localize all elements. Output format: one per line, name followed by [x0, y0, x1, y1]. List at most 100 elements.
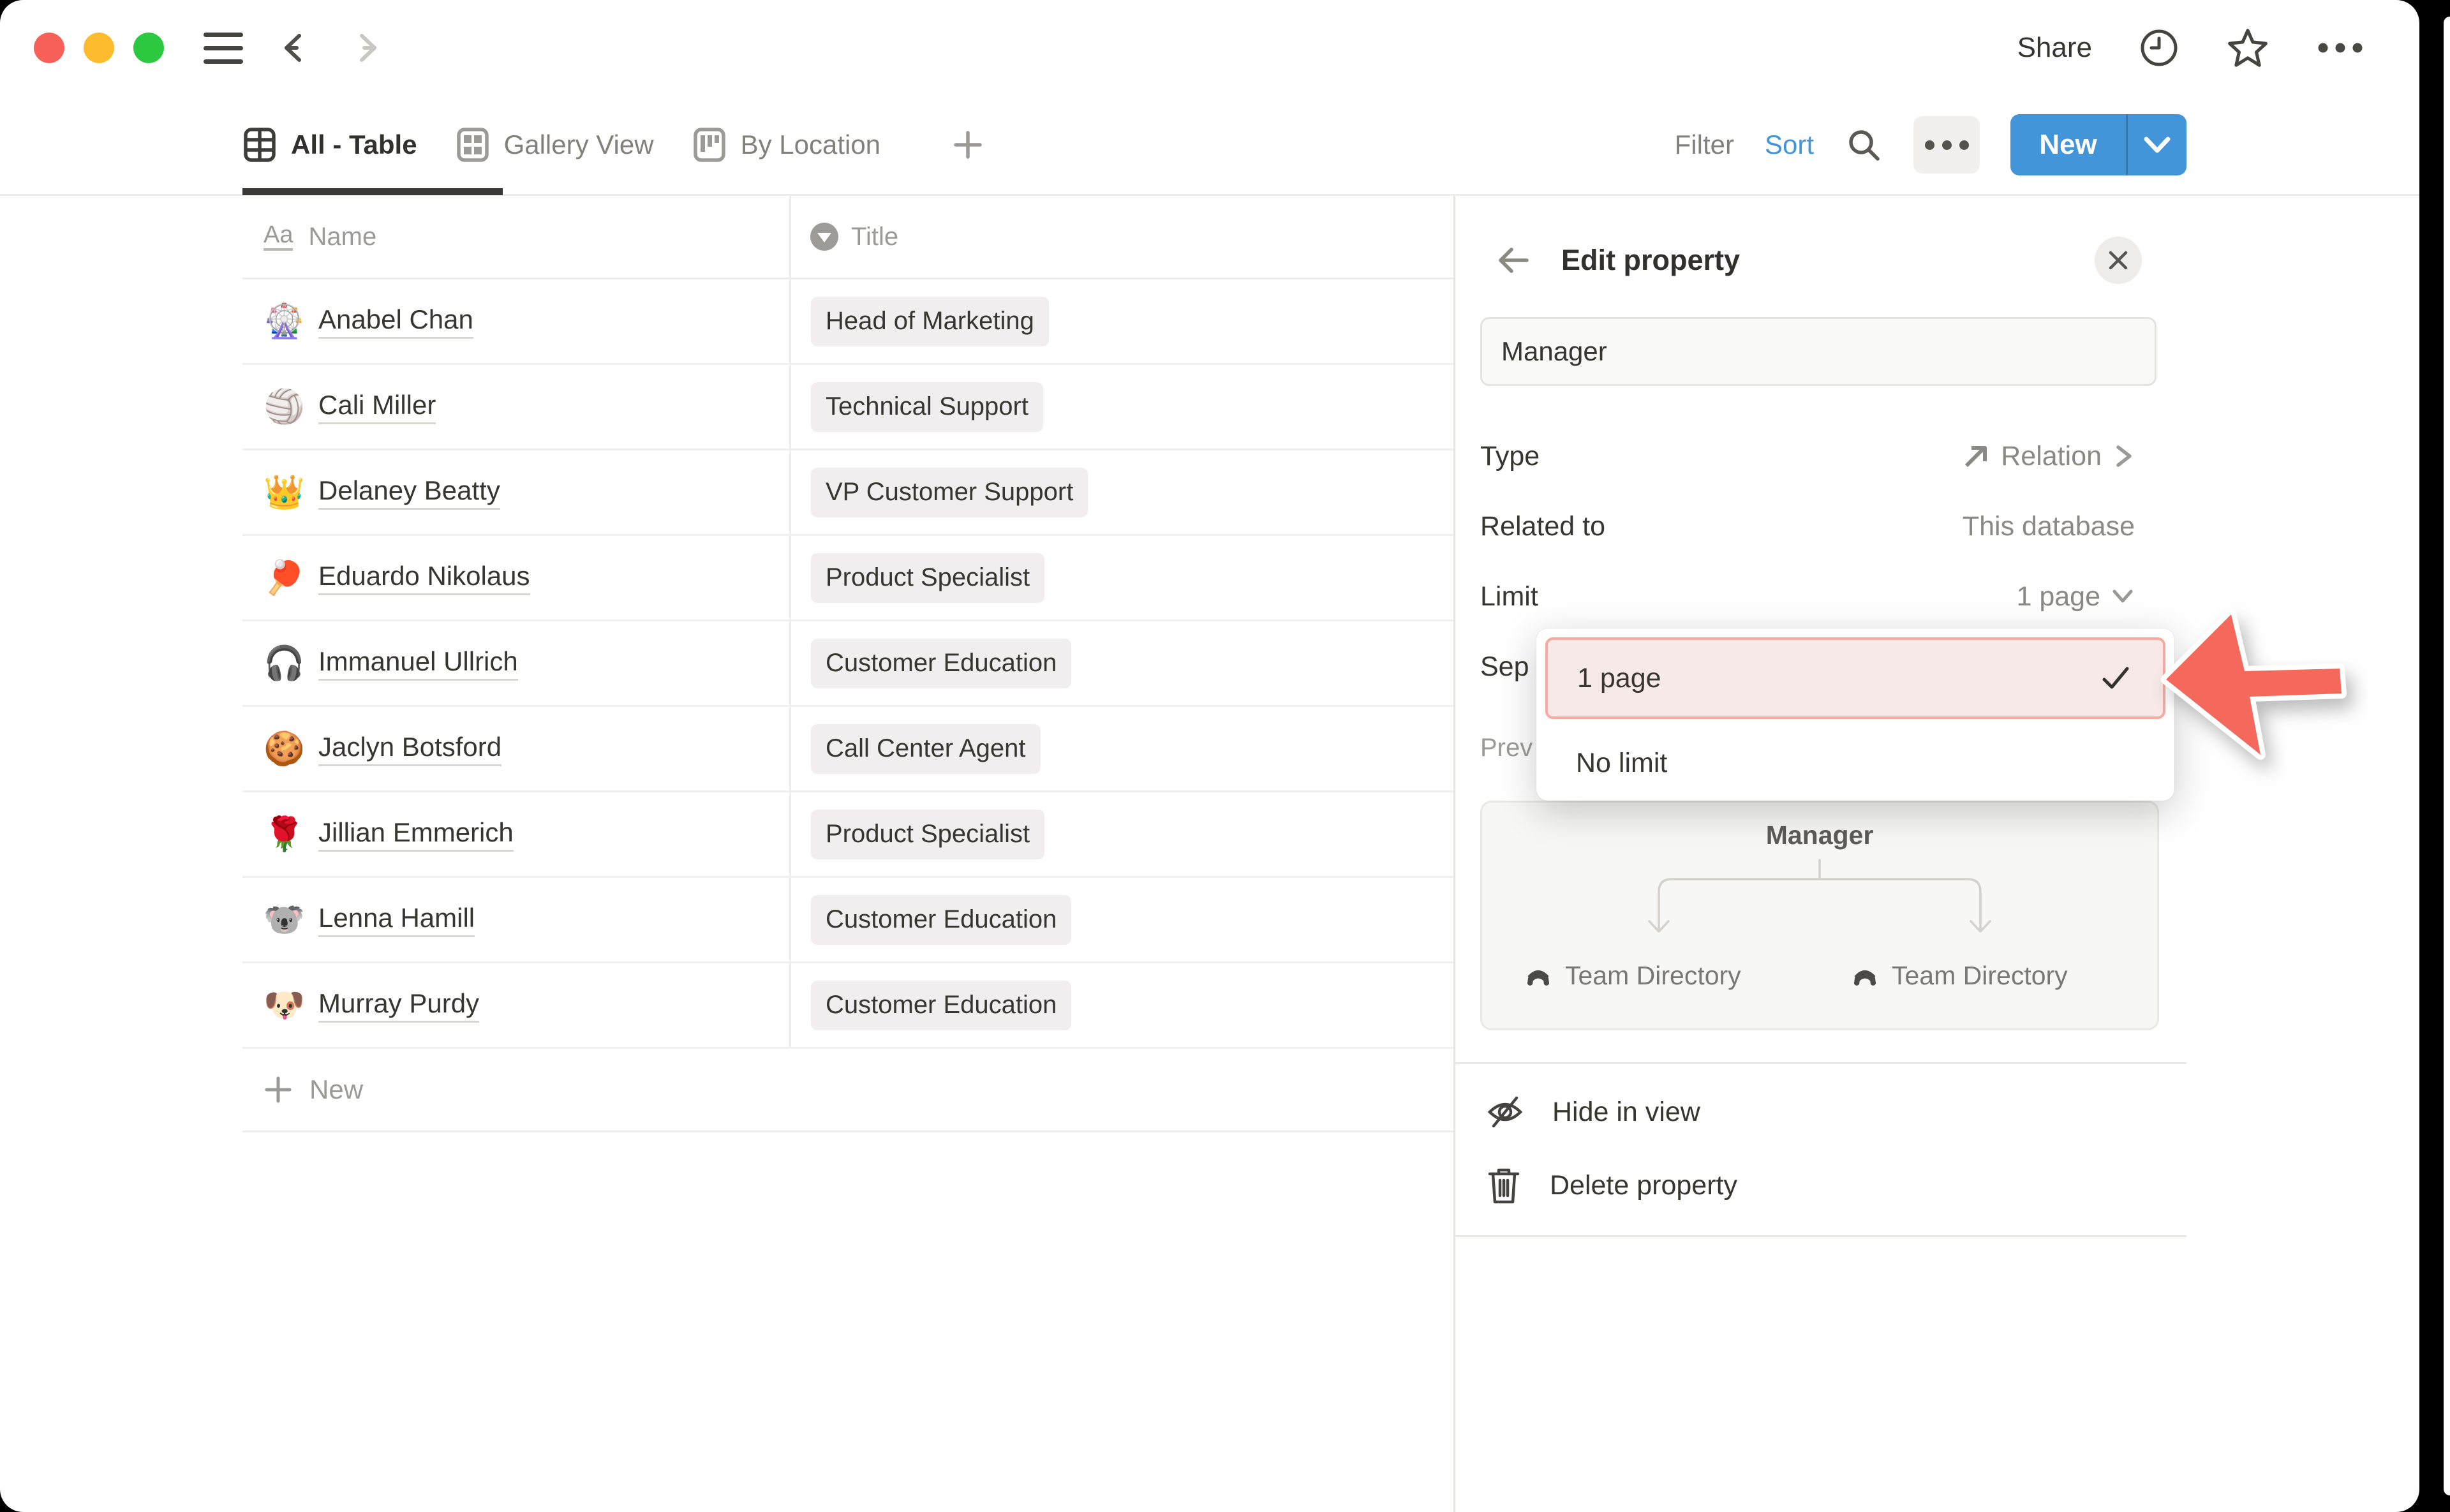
- name-cell[interactable]: 🎧 Immanuel Ullrich: [242, 621, 789, 705]
- page-emoji: 🎧: [264, 644, 303, 683]
- page-title-link[interactable]: Immanuel Ullrich: [318, 646, 518, 681]
- page-title-link[interactable]: Jaclyn Botsford: [318, 732, 501, 766]
- property-name-value: Manager: [1501, 336, 1607, 367]
- name-cell[interactable]: 🏓Eduardo Nikolaus: [242, 536, 789, 619]
- add-view-button[interactable]: [952, 129, 984, 161]
- filter-button[interactable]: Filter: [1675, 130, 1734, 160]
- tab-by-location[interactable]: By Location: [692, 127, 880, 163]
- share-button[interactable]: Share: [2017, 32, 2092, 64]
- tab-gallery-view[interactable]: Gallery View: [456, 127, 654, 163]
- database-actions: Filter Sort New: [1675, 114, 2186, 175]
- nav-forward-button[interactable]: [346, 28, 386, 68]
- close-window-button[interactable]: [34, 33, 64, 63]
- ellipsis-icon: [1925, 140, 1934, 150]
- favorite-button[interactable]: [2226, 26, 2269, 70]
- panel-back-button[interactable]: [1495, 242, 1532, 279]
- minimize-window-button[interactable]: [84, 33, 114, 63]
- tab-label: Gallery View: [504, 130, 654, 160]
- column-label: Name: [308, 223, 376, 251]
- name-cell[interactable]: 🍪Jaclyn Botsford: [242, 707, 789, 790]
- arrow-left-icon: [275, 28, 315, 68]
- sidebar-toggle-icon[interactable]: [204, 33, 243, 64]
- hide-in-view-button[interactable]: Hide in view: [1455, 1076, 2186, 1148]
- page-emoji: 🏐: [264, 387, 303, 426]
- new-button-label[interactable]: New: [2010, 114, 2126, 175]
- tab-label: All - Table: [291, 130, 417, 160]
- new-button[interactable]: New: [2010, 114, 2186, 175]
- select-property-icon: [810, 223, 838, 251]
- page-title-link[interactable]: Cali Miller: [318, 390, 436, 424]
- name-cell[interactable]: 🐶 Murray Purdy: [242, 963, 789, 1047]
- option-label: 1 page: [1577, 663, 1661, 694]
- more-options-button[interactable]: [2315, 38, 2365, 57]
- column-header-title[interactable]: Title: [789, 196, 1453, 278]
- page-emoji: 🎡: [264, 302, 303, 341]
- chevron-down-icon: [2142, 135, 2172, 154]
- name-cell[interactable]: 🐨Lenna Hamill: [242, 878, 789, 961]
- name-cell[interactable]: 🌹Jillian Emmerich: [242, 792, 789, 876]
- updates-button[interactable]: [2138, 27, 2180, 69]
- edit-property-panel: Edit property Manager Type Relation Rela…: [1453, 196, 2186, 1512]
- action-label: Hide in view: [1552, 1097, 1700, 1128]
- title-cell[interactable]: Product Specialist: [789, 792, 1453, 876]
- table-row: 🍪Jaclyn Botsford Call Center Agent: [242, 707, 1453, 792]
- page-title-link[interactable]: Anabel Chan: [318, 304, 473, 339]
- view-options-button[interactable]: [1913, 116, 1980, 174]
- name-cell[interactable]: 👑Delaney Beatty: [242, 450, 789, 534]
- tab-all-table[interactable]: All - Table: [242, 127, 417, 163]
- title-cell[interactable]: Call Center Agent: [789, 707, 1453, 790]
- text-property-icon: Aa: [264, 223, 293, 251]
- page-title-link[interactable]: Delaney Beatty: [318, 475, 500, 510]
- limit-value[interactable]: 1 page: [2016, 581, 2135, 612]
- title-cell[interactable]: Customer Education: [789, 621, 1453, 705]
- database-table: Aa Name Title 🎡 Anabel Chan Head of Marke…: [242, 196, 1453, 1132]
- board-icon: [692, 127, 727, 163]
- database-view-bar: All - Table Gallery View By Location Fil…: [0, 96, 2419, 196]
- window-toolbar: Share: [0, 0, 2419, 96]
- new-dropdown-button[interactable]: [2128, 114, 2186, 175]
- page-title-link[interactable]: Lenna Hamill: [318, 903, 475, 937]
- title-cell[interactable]: Head of Marketing: [789, 279, 1453, 363]
- select-tag: Technical Support: [811, 382, 1043, 432]
- dropdown-option-no-limit[interactable]: No limit: [1536, 728, 2174, 798]
- table-header-row: Aa Name Title: [242, 196, 1453, 279]
- background-window-edge: [2444, 17, 2450, 1495]
- nav-back-button[interactable]: [275, 28, 315, 68]
- title-cell[interactable]: Technical Support: [789, 365, 1453, 448]
- table-row: 🏓Eduardo Nikolaus Product Specialist: [242, 536, 1453, 621]
- sort-button[interactable]: Sort: [1765, 130, 1814, 160]
- delete-property-button[interactable]: Delete property: [1455, 1150, 2186, 1221]
- relation-bracket-lines: [1482, 803, 2157, 1028]
- dropdown-option-1-page[interactable]: 1 page: [1545, 637, 2165, 719]
- related-to-label: Related to: [1480, 511, 1605, 542]
- panel-close-button[interactable]: [2095, 237, 2142, 284]
- limit-row: Limit 1 page: [1480, 561, 2135, 632]
- title-cell[interactable]: Product Specialist: [789, 536, 1453, 619]
- zoom-window-button[interactable]: [133, 33, 164, 63]
- property-name-input[interactable]: Manager: [1480, 317, 2157, 386]
- phone-icon: [1524, 962, 1552, 990]
- column-header-name[interactable]: Aa Name: [242, 196, 789, 278]
- panel-divider: [1453, 1235, 2186, 1237]
- active-tab-indicator: [242, 188, 503, 195]
- page-emoji: 🐶: [264, 986, 303, 1025]
- type-value[interactable]: Relation: [1961, 441, 2135, 472]
- ellipsis-icon: [2315, 38, 2365, 57]
- preview-child-item: Team Directory: [1524, 961, 1741, 991]
- arrow-right-icon: [346, 28, 386, 68]
- page-title-link[interactable]: Murray Purdy: [318, 988, 479, 1023]
- new-row-label: New: [309, 1074, 363, 1105]
- search-button[interactable]: [1845, 126, 1883, 164]
- related-to-value[interactable]: This database: [1963, 511, 2135, 542]
- page-title-link[interactable]: Jillian Emmerich: [318, 817, 514, 852]
- related-to-value-label: This database: [1963, 511, 2135, 542]
- title-cell[interactable]: VP Customer Support: [789, 450, 1453, 534]
- app-window: Share All - Table Gallery View: [0, 0, 2419, 1512]
- new-row-button[interactable]: New: [242, 1049, 1453, 1132]
- name-cell[interactable]: 🏐 Cali Miller: [242, 365, 789, 448]
- preview-section-label: Prev: [1480, 734, 1533, 762]
- name-cell[interactable]: 🎡 Anabel Chan: [242, 279, 789, 363]
- page-title-link[interactable]: Eduardo Nikolaus: [318, 561, 530, 595]
- title-cell[interactable]: Customer Education: [789, 878, 1453, 961]
- title-cell[interactable]: Customer Education: [789, 963, 1453, 1047]
